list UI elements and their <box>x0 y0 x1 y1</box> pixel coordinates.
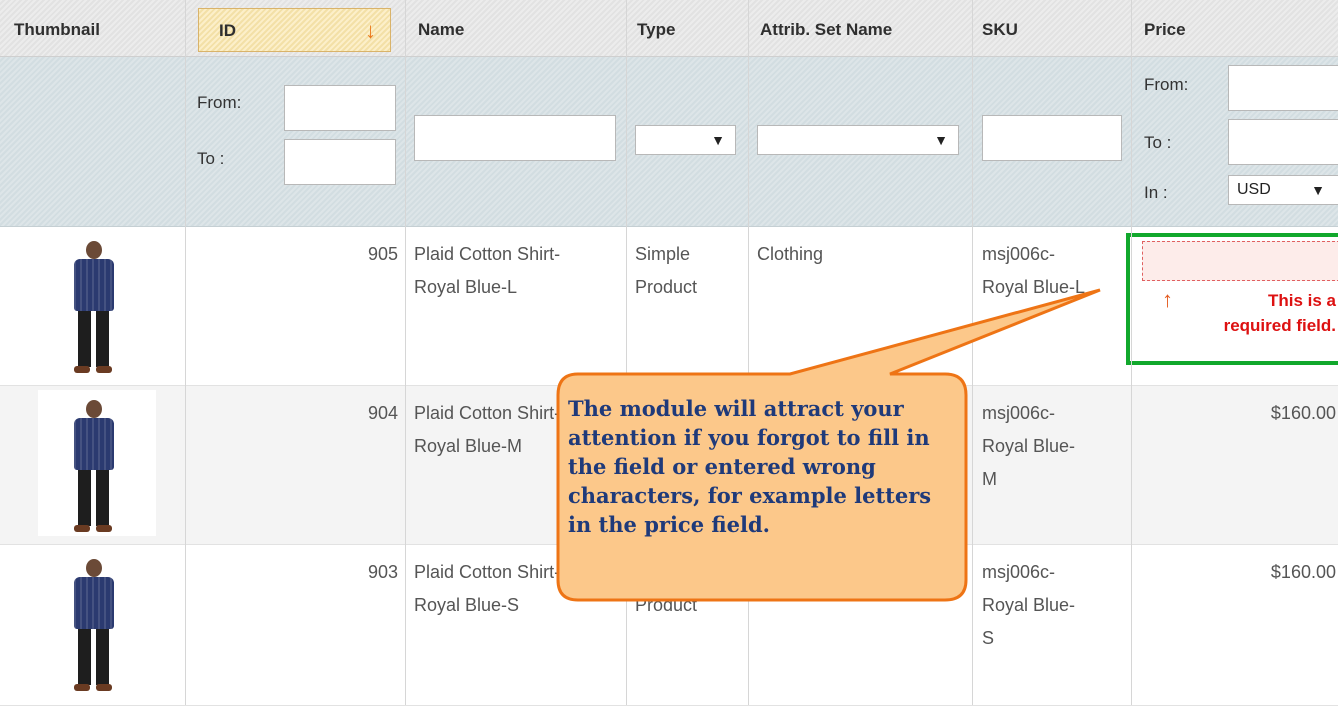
callout-bubble <box>556 288 1101 602</box>
callout-text: The module will attract your attention i… <box>568 396 932 537</box>
